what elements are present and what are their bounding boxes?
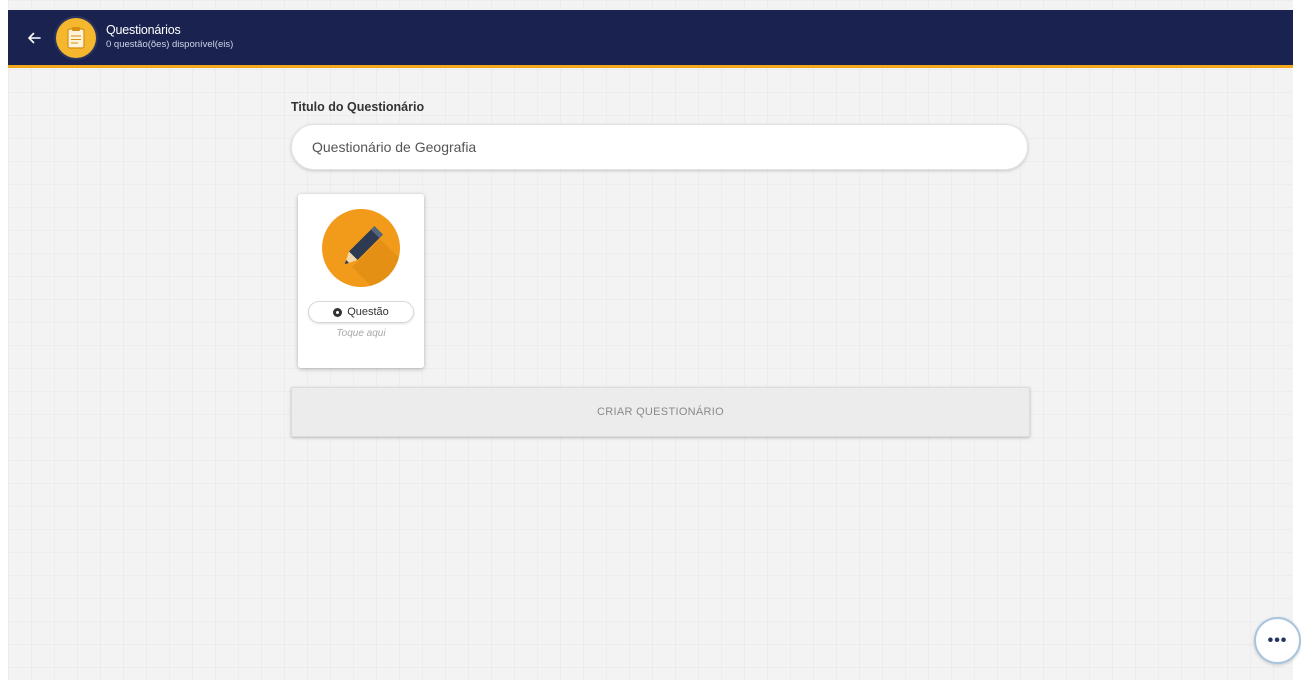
clipboard-icon xyxy=(67,26,85,49)
question-chip[interactable]: Questão xyxy=(308,301,414,323)
questionnaire-form: Titulo do Questionário Questão Toqu xyxy=(291,100,1031,437)
page-title: Questionários xyxy=(106,23,181,38)
tap-hint: Toque aqui xyxy=(336,328,386,339)
page: Questionários 0 questão(ões) disponível(… xyxy=(0,0,1301,680)
create-questionnaire-button[interactable]: CRIAR QUESTIONÁRIO xyxy=(291,387,1030,437)
back-button[interactable] xyxy=(16,20,52,56)
app-logo xyxy=(56,17,96,58)
dot-icon xyxy=(333,307,343,317)
title-input[interactable] xyxy=(291,124,1028,170)
add-question-card[interactable]: Questão Toque aqui xyxy=(298,194,424,368)
app-bar-titles: Questionários 0 questão(ões) disponível(… xyxy=(106,24,233,50)
question-chip-label: Questão xyxy=(347,306,389,318)
pencil-badge xyxy=(322,209,400,287)
pencil-icon xyxy=(344,226,400,287)
more-options-button[interactable]: ••• xyxy=(1254,617,1301,664)
arrow-left-icon xyxy=(28,32,41,43)
app-bar: Questionários 0 questão(ões) disponível(… xyxy=(8,10,1293,68)
question-count: 0 questão(ões) disponível(eis) xyxy=(106,39,234,51)
title-field-label: Titulo do Questionário xyxy=(291,100,425,114)
more-icon: ••• xyxy=(1267,631,1288,649)
